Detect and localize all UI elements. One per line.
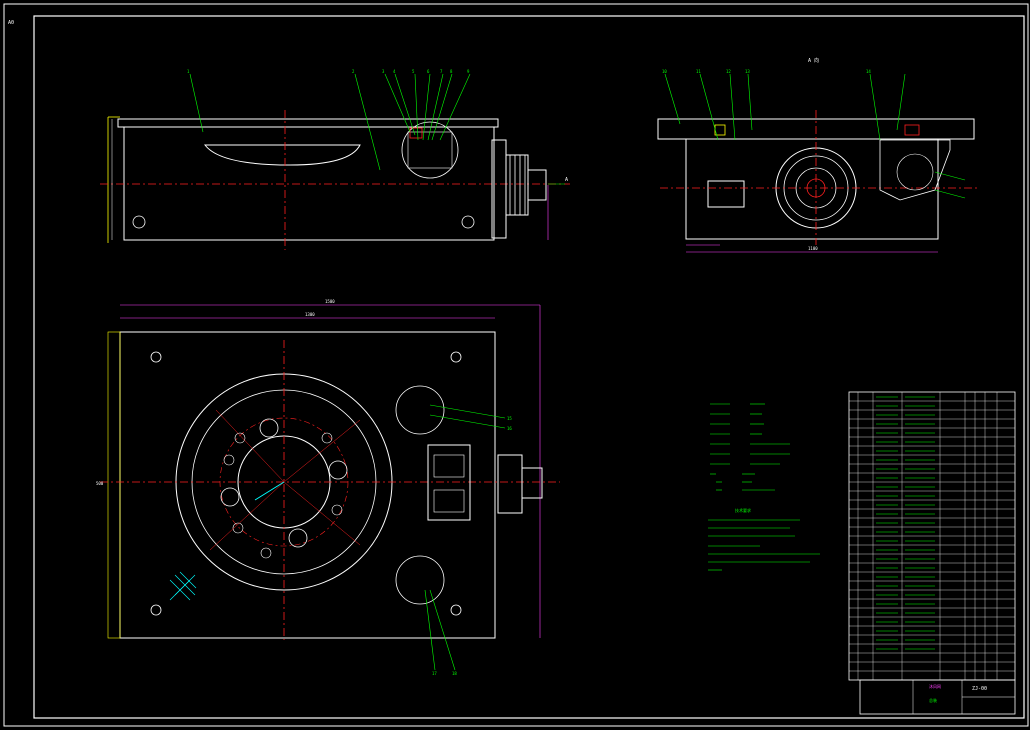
side-leader-14 xyxy=(869,73,881,141)
outer-border xyxy=(3,3,1029,727)
view-label: A 向 xyxy=(808,57,819,64)
front-bowl xyxy=(203,144,361,166)
callout-3: 3 xyxy=(382,69,385,74)
plan-callout-17: 17 xyxy=(432,671,437,676)
plan-view: 1500 1300 15 16 17 18 500 xyxy=(96,299,560,676)
plan-dim-1500: 1500 xyxy=(325,299,335,304)
plan-leader-15 xyxy=(429,404,506,419)
plan-radial-4 xyxy=(209,481,285,551)
title-block-brand: 沐风网 xyxy=(929,683,941,689)
slot-5 xyxy=(223,454,235,466)
front-top-plate xyxy=(117,118,499,128)
side-dim-value: 1100 xyxy=(808,246,818,251)
title-block-main: 总装 xyxy=(929,697,937,703)
tech-title: 技术要求 xyxy=(735,507,751,513)
tech-note-lines xyxy=(708,403,820,571)
hole-1 xyxy=(259,418,279,438)
side-leader-15 xyxy=(896,73,906,131)
leader-2 xyxy=(354,73,381,171)
front-motor xyxy=(527,169,547,201)
callout-1: 1 xyxy=(187,69,190,74)
side-callout-10: 10 xyxy=(662,69,667,74)
side-leader-13 xyxy=(747,73,753,131)
plan-dim-left: 500 xyxy=(96,481,104,486)
callout-6: 6 xyxy=(427,69,430,74)
corner-label: A0 xyxy=(8,20,14,26)
side-callout-12: 12 xyxy=(726,69,731,74)
callout-7: 7 xyxy=(440,69,443,74)
slot-1 xyxy=(234,432,246,444)
plan-detail-top xyxy=(395,385,445,435)
leader-9 xyxy=(439,73,471,141)
datum-label: A xyxy=(565,177,568,183)
leader-5 xyxy=(414,73,419,141)
front-bolt-right xyxy=(461,215,475,229)
front-view: 1 2 3 4 5 6 7 8 9 A xyxy=(100,69,570,250)
side-callout-14: 14 xyxy=(866,69,871,74)
plan-motor-inner xyxy=(433,454,465,478)
callout-8: 8 xyxy=(450,69,453,74)
front-detail-part xyxy=(407,131,453,169)
front-detail-red xyxy=(409,127,423,139)
parts-list-rows xyxy=(849,392,1015,680)
hole-4 xyxy=(220,487,240,507)
leader-7 xyxy=(427,73,444,141)
cad-drawing-sheet: A0 1 2 3 4 5 6 7 8 9 A A 向 1100 10 11 12… xyxy=(3,3,1029,727)
plan-callout-18: 18 xyxy=(452,671,457,676)
slot-3 xyxy=(331,504,343,516)
callout-5: 5 xyxy=(412,69,415,74)
plan-flange xyxy=(497,454,523,514)
side-left-box xyxy=(707,180,745,208)
callout-4: 4 xyxy=(393,69,396,74)
leader-6 xyxy=(422,73,431,141)
side-detail-red xyxy=(904,124,920,136)
leader-3 xyxy=(384,73,411,133)
side-view-a: A 向 1100 10 11 12 13 14 xyxy=(657,57,980,253)
side-callout-11: 11 xyxy=(696,69,701,74)
plan-bolt-tr xyxy=(450,351,462,363)
plan-bolt-tl xyxy=(150,351,162,363)
plan-motor-end xyxy=(521,467,543,499)
plan-detail-bottom xyxy=(395,555,445,605)
callout-9: 9 xyxy=(467,69,470,74)
plan-radial-3 xyxy=(283,481,361,546)
plan-bolt-br xyxy=(450,604,462,616)
plan-callout-15: 15 xyxy=(507,416,512,421)
front-body xyxy=(123,126,495,241)
side-body xyxy=(685,138,939,240)
plan-cover xyxy=(107,331,121,639)
plan-pointer xyxy=(254,481,285,501)
drawing-frame xyxy=(33,15,1025,719)
plan-radial-2 xyxy=(283,419,361,483)
parts-list-fills xyxy=(876,396,935,650)
callout-2: 2 xyxy=(352,69,355,74)
hatch-patch xyxy=(169,571,197,601)
parts-list: 沐风网 总装 ZJ-00 xyxy=(848,391,1016,715)
title-block-code: ZJ-00 xyxy=(972,686,987,692)
side-callout-13: 13 xyxy=(745,69,750,74)
front-bolt-left xyxy=(132,215,146,229)
slot-6 xyxy=(260,547,272,559)
leader-8 xyxy=(431,73,453,141)
plan-motor-inner-2 xyxy=(433,489,465,513)
plan-bolt-bl xyxy=(150,604,162,616)
side-right-gear xyxy=(896,153,934,191)
hole-2 xyxy=(328,460,348,480)
side-leader-17 xyxy=(934,189,966,199)
side-leader-11 xyxy=(699,73,719,141)
side-leader-10 xyxy=(664,73,681,125)
tech-notes: 技术要求 xyxy=(708,403,820,571)
leader-1 xyxy=(189,73,204,133)
plan-dim-1300: 1300 xyxy=(305,312,315,317)
side-leader-12 xyxy=(729,73,736,141)
plan-callout-16: 16 xyxy=(507,426,512,431)
